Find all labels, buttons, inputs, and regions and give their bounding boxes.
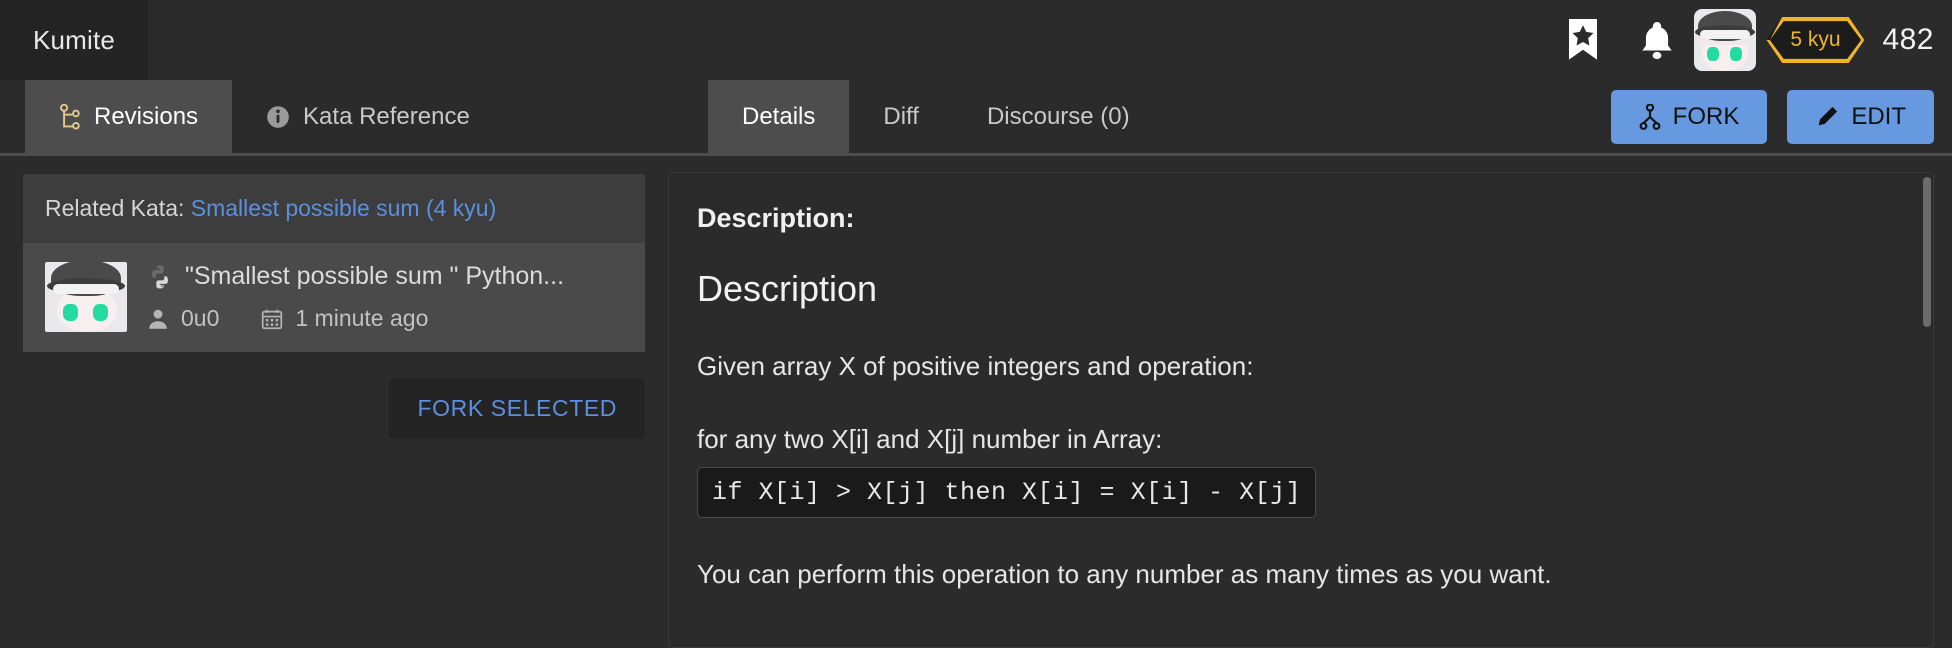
tab-diff[interactable]: Diff [849, 80, 953, 153]
revisions-panel: Related Kata: Smallest possible sum (4 k… [0, 156, 668, 648]
content-columns: Related Kata: Smallest possible sum (4 k… [0, 156, 1952, 648]
revision-time: 1 minute ago [295, 305, 429, 331]
tab-revisions-label: Revisions [94, 102, 199, 130]
fork-selected-button[interactable]: FORK SELECTED [389, 378, 645, 439]
brand-label: Kumite [32, 24, 116, 55]
scrollbar-thumb[interactable] [1923, 177, 1931, 327]
revision-list-item[interactable]: "Smallest possible sum " Python... 0u0 1… [23, 244, 645, 352]
revision-meta: 0u0 1 minute ago [147, 305, 623, 332]
description-paragraph-1: Given array X of positive integers and o… [697, 351, 1254, 381]
fork-selected-row: FORK SELECTED [23, 378, 645, 439]
edit-button[interactable]: EDIT [1787, 90, 1934, 144]
fork-icon [1639, 104, 1661, 130]
revision-author: 0u0 [181, 305, 220, 331]
bookmark-star-icon[interactable] [1546, 0, 1620, 80]
bell-icon[interactable] [1620, 0, 1694, 80]
tab-details[interactable]: Details [708, 80, 850, 153]
brand-tab-kumite[interactable]: Kumite [0, 0, 148, 80]
honor-points: 482 [1882, 23, 1934, 56]
tab-kata-reference[interactable]: Kata Reference [232, 80, 504, 153]
revision-author-avatar [45, 262, 127, 332]
tab-discourse-label: Discourse (0) [986, 102, 1130, 130]
app-header: Kumite 5 kyu 482 [0, 0, 1952, 80]
rank-label: 5 kyu [1790, 28, 1841, 51]
python-icon [147, 264, 173, 290]
avatar-frill [1700, 30, 1751, 39]
fork-button-label: FORK [1672, 103, 1740, 130]
tab-bars: Revisions Kata Reference Details Diff Di… [0, 80, 1952, 191]
calendar-icon [261, 308, 283, 330]
related-kata-prefix: Related Kata: [45, 195, 185, 221]
revisions-card: Related Kata: Smallest possible sum (4 k… [23, 174, 645, 352]
header-actions: 5 kyu 482 [1546, 0, 1952, 80]
description-paragraph-3: You can perform this operation to any nu… [697, 559, 1552, 589]
revision-title: "Smallest possible sum " Python... [185, 262, 565, 290]
description-paragraph-2: for any two X[i] and X[j] number in Arra… [697, 423, 1163, 454]
description-heading: Description [697, 268, 878, 309]
left-panel-tabs: Revisions Kata Reference [0, 80, 668, 156]
avatar-eye-right [1730, 47, 1743, 61]
tab-kata-reference-label: Kata Reference [303, 102, 470, 130]
description-label: Description: [697, 203, 855, 233]
description-code-block: if X[i] > X[j] then X[i] = X[i] - X[j] [697, 467, 1317, 518]
avatar-eye-right [93, 304, 108, 321]
avatar-eye-left [63, 304, 78, 321]
info-icon [266, 105, 290, 129]
edit-button-label: EDIT [1851, 103, 1906, 130]
branch-icon [59, 103, 81, 130]
related-kata-link[interactable]: Smallest possible sum (4 kyu) [191, 195, 497, 221]
avatar[interactable] [1694, 9, 1757, 71]
main-action-buttons: FORK EDIT [1610, 90, 1934, 144]
rank-badge[interactable]: 5 kyu [1766, 17, 1865, 63]
details-panel: Description: Description Given array X o… [668, 156, 1952, 648]
revision-body: "Smallest possible sum " Python... 0u0 1… [147, 262, 623, 332]
pencil-icon [1815, 105, 1839, 129]
tab-diff-label: Diff [883, 102, 919, 130]
description-scrollbar[interactable] [1923, 177, 1931, 643]
user-icon [147, 308, 169, 330]
tab-revisions[interactable]: Revisions [25, 80, 233, 153]
revision-title-row: "Smallest possible sum " Python... [147, 262, 623, 291]
description-card: Description: Description Given array X o… [668, 172, 1934, 648]
tab-details-label: Details [742, 102, 816, 130]
main-panel-tabs: Details Diff Discourse (0) FORK EDIT [668, 80, 1952, 191]
fork-button[interactable]: FORK [1610, 90, 1768, 144]
tab-discourse[interactable]: Discourse (0) [953, 80, 1164, 153]
related-kata: Related Kata: Smallest possible sum (4 k… [23, 174, 645, 244]
avatar-frill [53, 284, 119, 294]
avatar-eye-left [1707, 47, 1720, 61]
